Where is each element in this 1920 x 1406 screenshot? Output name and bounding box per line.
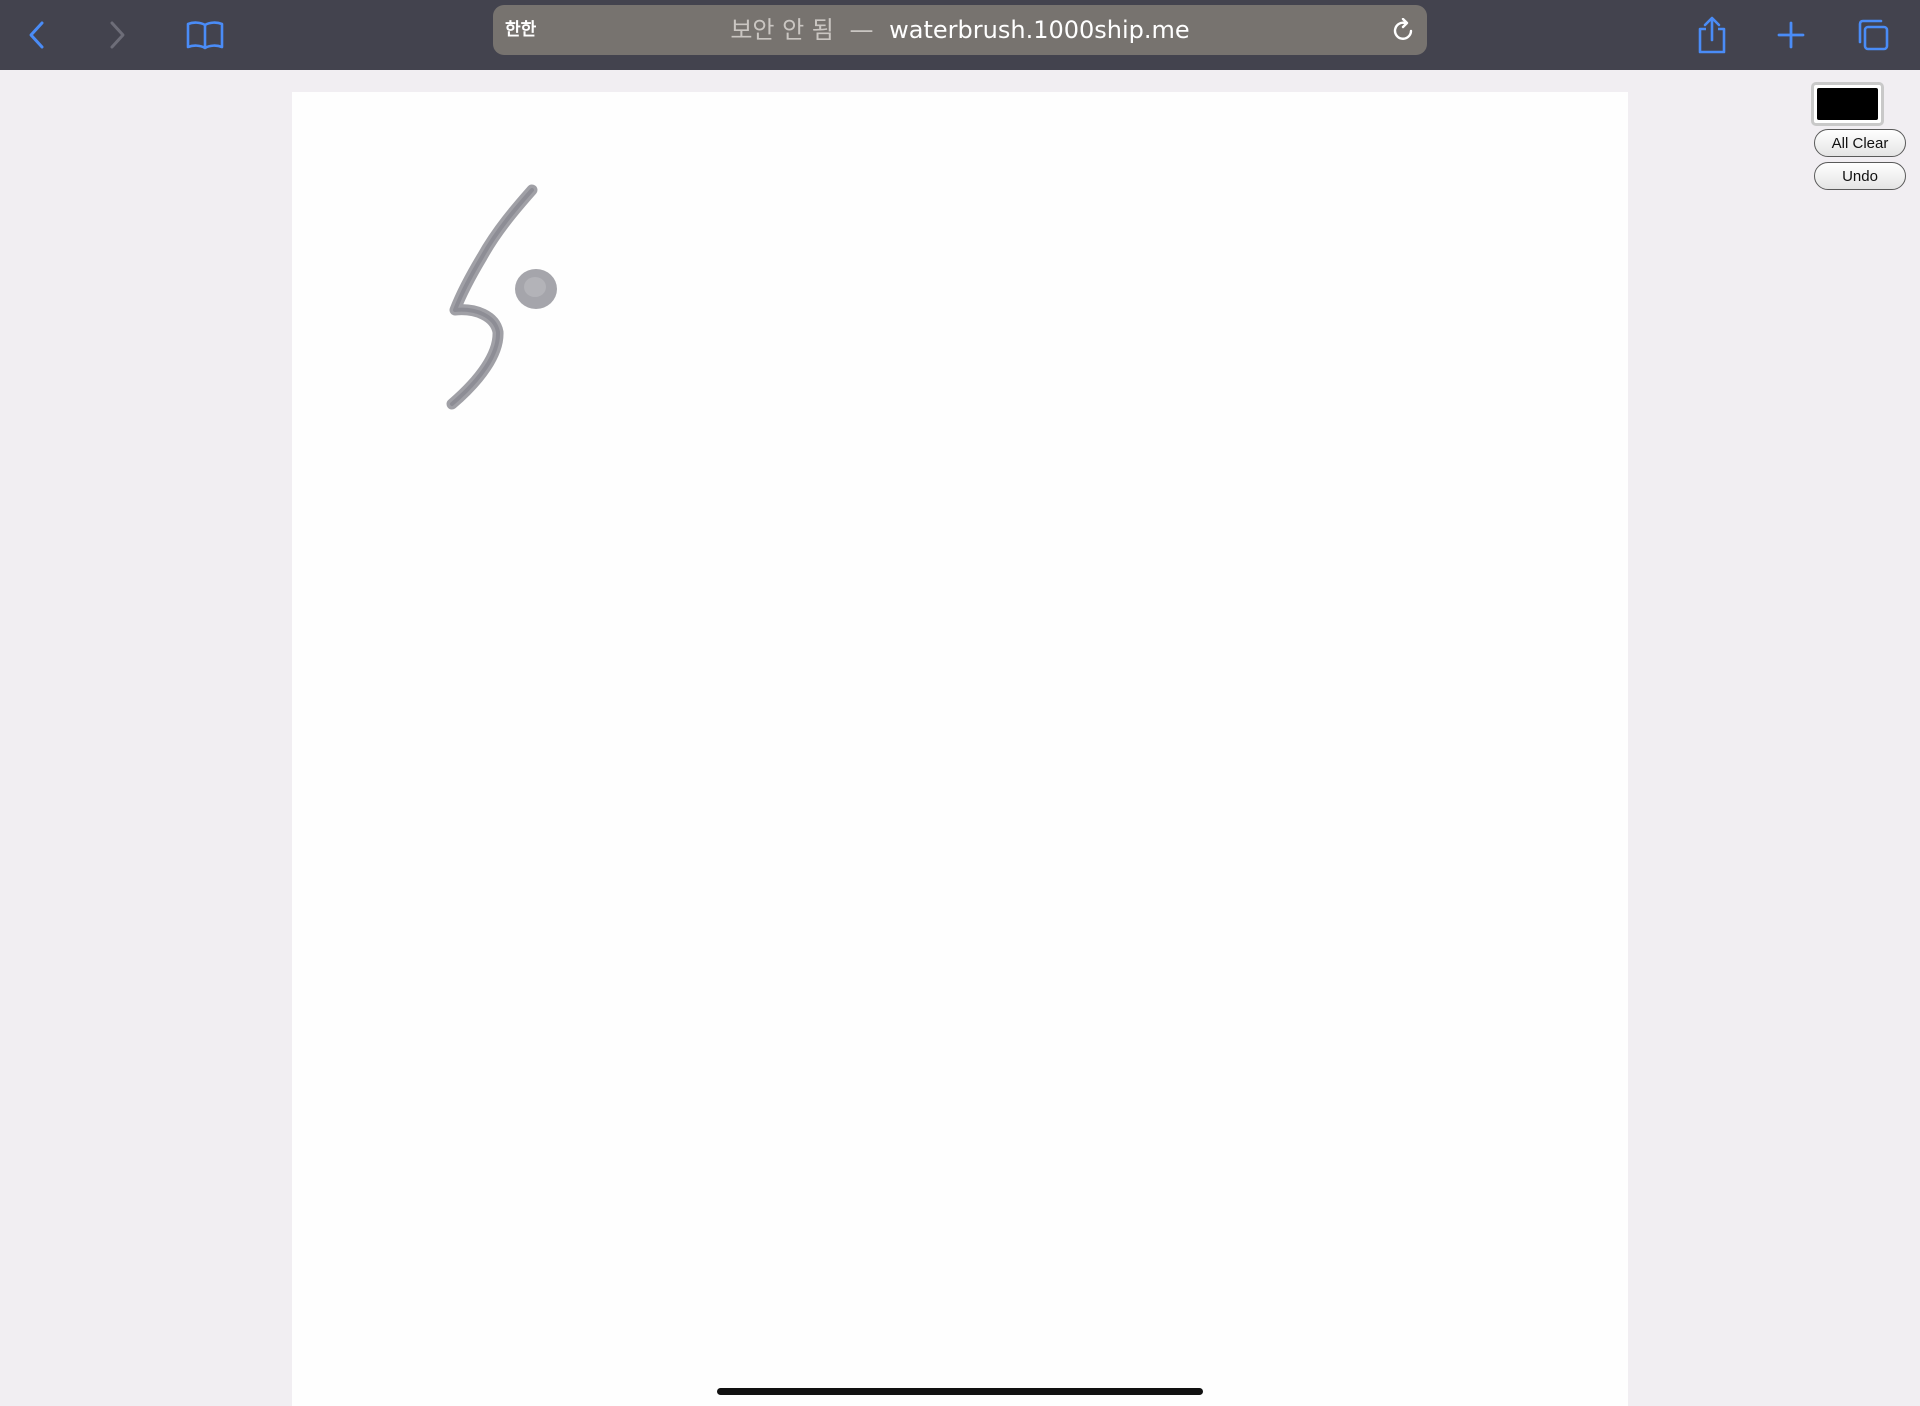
new-tab-button[interactable]	[1766, 10, 1816, 60]
brush-strokes	[446, 184, 557, 410]
insecure-warning: 보안 안 됨	[730, 16, 834, 44]
back-button[interactable]	[12, 10, 62, 60]
color-swatch	[1817, 88, 1878, 120]
url-separator: —	[849, 16, 874, 44]
tabs-icon	[1856, 18, 1890, 52]
home-indicator	[717, 1388, 1203, 1395]
book-icon	[185, 19, 225, 51]
plus-icon	[1776, 20, 1806, 50]
url-domain: waterbrush.1000ship.me	[889, 16, 1190, 44]
url-display[interactable]: 보안 안 됨 — waterbrush.1000ship.me	[493, 5, 1427, 55]
chevron-left-icon	[25, 19, 49, 51]
drawing-canvas[interactable]	[292, 92, 1628, 1406]
undo-button[interactable]: Undo	[1814, 162, 1906, 190]
forward-button[interactable]	[92, 10, 142, 60]
all-clear-button[interactable]: All Clear	[1814, 129, 1906, 157]
browser-toolbar: 한한 보안 안 됨 — waterbrush.1000ship.me	[0, 0, 1920, 70]
bookmarks-button[interactable]	[180, 10, 230, 60]
tabs-button[interactable]	[1848, 10, 1898, 60]
brush-dot-highlight	[524, 277, 546, 297]
share-icon	[1696, 15, 1728, 55]
color-picker[interactable]	[1811, 82, 1884, 126]
chevron-right-icon	[105, 19, 129, 51]
reload-icon[interactable]	[1391, 17, 1415, 42]
address-bar[interactable]: 한한 보안 안 됨 — waterbrush.1000ship.me	[493, 5, 1427, 55]
share-button[interactable]	[1687, 10, 1737, 60]
